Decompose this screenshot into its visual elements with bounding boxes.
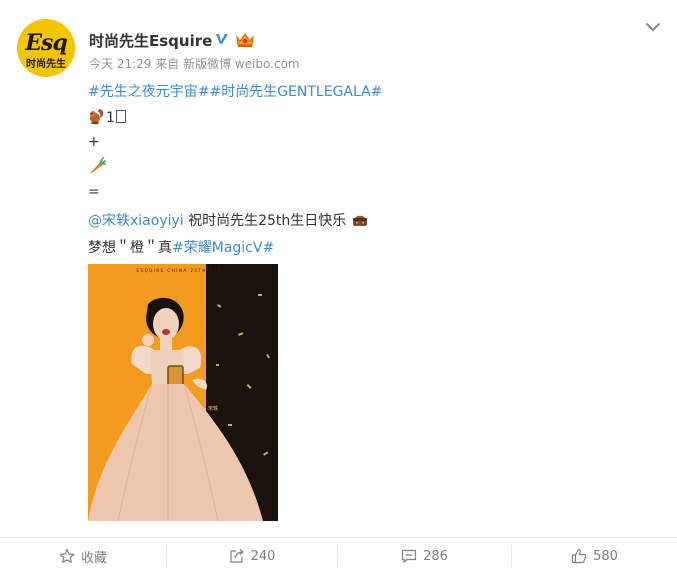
post-text: 梦想＂橙＂真 xyxy=(88,240,172,256)
post-text: 祝时尚先生25th生日快乐 xyxy=(183,213,347,229)
post-text: 1 xyxy=(106,110,115,126)
avatar-logo-text: Esq xyxy=(25,30,68,56)
unknown-glyph-icon xyxy=(115,110,126,123)
comment-count: 286 xyxy=(423,548,448,564)
post-line-mention: @宋轶xiaoyiyi 祝时尚先生25th生日快乐 xyxy=(88,210,369,230)
post-line-equals: = xyxy=(88,184,100,200)
like-count: 580 xyxy=(593,548,618,564)
favorite-button[interactable]: 收藏 xyxy=(0,538,166,574)
like-button[interactable]: 580 xyxy=(512,538,677,574)
mention-link[interactable]: @宋轶xiaoyiyi xyxy=(88,213,184,229)
repost-count: 240 xyxy=(250,548,276,564)
like-icon xyxy=(571,548,587,564)
comment-icon xyxy=(401,549,417,563)
post-time[interactable]: 今天 21:29 xyxy=(89,57,151,71)
post-line-dream: 梦想＂橙＂真#荣耀MagicV# xyxy=(88,237,274,257)
verified-icon xyxy=(216,34,228,44)
star-icon xyxy=(59,548,75,563)
post-line-plus: + xyxy=(88,134,100,150)
weibo-post-card: Esq 时尚先生 时尚先生Esquire 今天 21:29 来自 新版微博 we… xyxy=(0,0,677,573)
post-line-carrot xyxy=(88,157,106,176)
photo-illustration: ESQUIRE CHINA 25TH PARTY 宋轶 xyxy=(88,264,278,521)
crown-icon[interactable] xyxy=(235,30,255,48)
post-source[interactable]: 新版微博 weibo.com xyxy=(183,57,300,71)
avatar-logo-subtext: 时尚先生 xyxy=(26,59,66,70)
hashtag-link[interactable]: #先生之夜元宇宙# xyxy=(88,84,209,100)
avatar[interactable]: Esq 时尚先生 xyxy=(17,19,75,77)
image-caption: ESQUIRE CHINA 25TH PARTY xyxy=(137,268,230,273)
carrot-emoji-icon xyxy=(90,157,106,174)
chevron-down-icon[interactable] xyxy=(643,18,663,36)
post-image[interactable]: ESQUIRE CHINA 25TH PARTY 宋轶 xyxy=(88,264,278,521)
repost-button[interactable]: 240 xyxy=(167,538,337,574)
image-name-tag: 宋轶 xyxy=(208,405,218,412)
action-bar: 收藏 240 286 580 xyxy=(0,537,677,574)
cake-emoji-icon xyxy=(352,215,367,226)
post-line-squirrel: 1 xyxy=(88,107,126,126)
author-name[interactable]: 时尚先生Esquire xyxy=(89,30,212,51)
repost-icon xyxy=(229,549,244,563)
squirrel-emoji-icon xyxy=(90,109,104,125)
hashtag-link[interactable]: #荣耀MagicV# xyxy=(172,240,274,256)
favorite-label: 收藏 xyxy=(80,550,107,566)
hashtag-link[interactable]: #时尚先生GENTLEGALA# xyxy=(209,84,382,100)
comment-button[interactable]: 286 xyxy=(338,538,511,574)
source-prefix: 来自 xyxy=(155,57,180,71)
post-meta: 今天 21:29 来自 新版微博 weibo.com xyxy=(89,55,300,72)
post-line-hashtags: #先生之夜元宇宙##时尚先生GENTLEGALA# xyxy=(88,81,382,101)
